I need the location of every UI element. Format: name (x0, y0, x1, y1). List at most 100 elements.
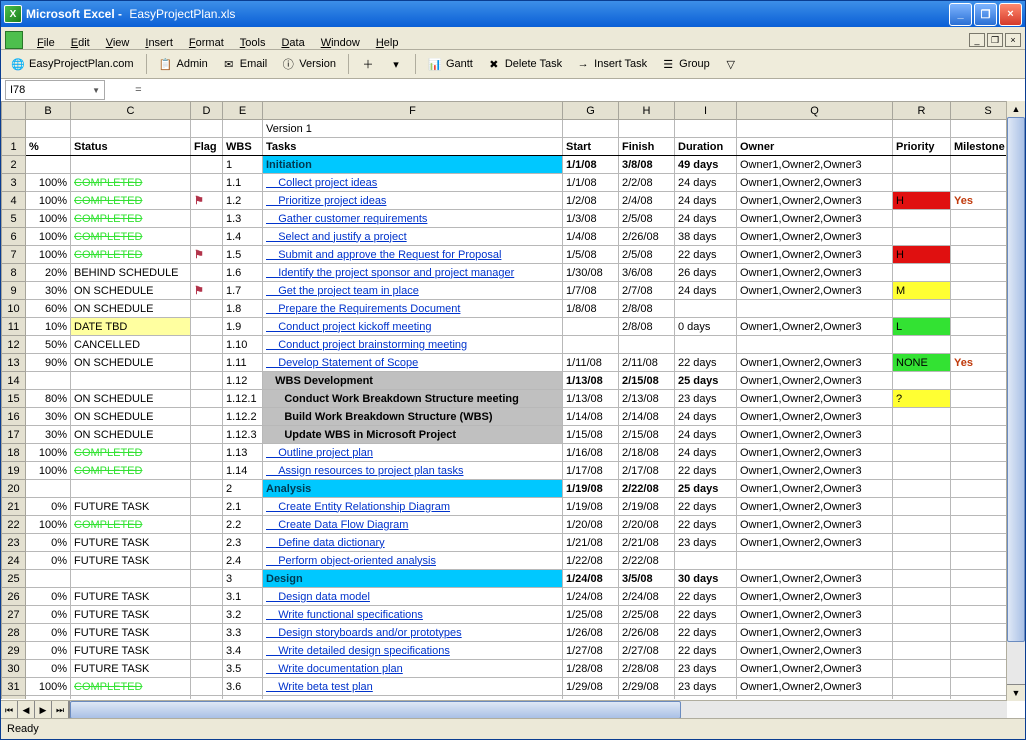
cell-owner[interactable]: Owner1,Owner2,Owner3 (737, 462, 893, 480)
cell-owner[interactable]: Owner1,Owner2,Owner3 (737, 390, 893, 408)
table-row[interactable]: 1730%ON SCHEDULE1.12.3 Update WBS in Mic… (2, 426, 1008, 444)
cell-task[interactable]: Submit and approve the Request for Propo… (263, 246, 563, 264)
menu-insert[interactable]: Insert (141, 35, 177, 51)
cell-priority[interactable] (893, 210, 951, 228)
close-button[interactable]: × (999, 3, 1022, 26)
cell-status[interactable]: COMPLETED (71, 678, 191, 696)
cell-flag[interactable] (191, 498, 223, 516)
cell-duration[interactable]: 0 days (675, 318, 737, 336)
cell-flag[interactable] (191, 354, 223, 372)
cell-status[interactable]: FUTURE TASK (71, 696, 191, 700)
hdr-duration[interactable]: Duration (675, 138, 737, 156)
cell-owner[interactable]: Owner1,Owner2,Owner3 (737, 642, 893, 660)
plus-icon-button[interactable]: ＋ (357, 55, 379, 73)
vertical-scrollbar[interactable]: ▲ ▼ (1006, 101, 1025, 701)
cell-start[interactable]: 1/21/08 (563, 534, 619, 552)
cell-start[interactable]: 1/8/08 (563, 300, 619, 318)
col-D[interactable]: D (191, 102, 223, 120)
cell-task[interactable]: Write documentation plan (263, 660, 563, 678)
cell-milestone[interactable] (951, 552, 1008, 570)
cell-owner[interactable]: Owner1,Owner2,Owner3 (737, 480, 893, 498)
mdi-minimize-button[interactable]: _ (969, 33, 985, 47)
cell-pct[interactable]: 30% (26, 408, 71, 426)
cell-duration[interactable]: 22 days (675, 246, 737, 264)
cell-finish[interactable]: 3/5/08 (619, 570, 675, 588)
cell-owner[interactable]: Owner1,Owner2,Owner3 (737, 588, 893, 606)
cell-start[interactable]: 1/7/08 (563, 282, 619, 300)
maximize-button[interactable]: ❐ (974, 3, 997, 26)
tab-prev-icon[interactable]: ◀ (18, 701, 35, 719)
cell-duration[interactable]: 22 days (675, 588, 737, 606)
cell-task[interactable]: Write beta test plan (263, 678, 563, 696)
cell-duration[interactable]: 23 days (675, 390, 737, 408)
cell-wbs[interactable]: 3.3 (223, 624, 263, 642)
table-row[interactable]: 21Initiation1/1/083/8/0849 daysOwner1,Ow… (2, 156, 1008, 174)
cell-priority[interactable] (893, 372, 951, 390)
menu-tools[interactable]: Tools (236, 35, 270, 51)
cell-flag[interactable] (191, 210, 223, 228)
col-I[interactable]: I (675, 102, 737, 120)
hdr-flag[interactable]: Flag (191, 138, 223, 156)
titlebar[interactable]: X Microsoft Excel - EasyProjectPlan.xls … (1, 1, 1025, 27)
cell-start[interactable]: 1/13/08 (563, 372, 619, 390)
cell-milestone[interactable] (951, 642, 1008, 660)
cell-status[interactable]: FUTURE TASK (71, 660, 191, 678)
table-row[interactable]: 1060%ON SCHEDULE1.8 Prepare the Requirem… (2, 300, 1008, 318)
cell-finish[interactable]: 2/4/08 (619, 192, 675, 210)
cell-task[interactable]: Write functional specifications (263, 606, 563, 624)
tab-next-icon[interactable]: ▶ (35, 701, 52, 719)
table-row[interactable]: 253Design1/24/083/5/0830 daysOwner1,Owne… (2, 570, 1008, 588)
cell-pct[interactable]: 0% (26, 588, 71, 606)
cell-finish[interactable] (619, 336, 675, 354)
cell-milestone[interactable] (951, 372, 1008, 390)
cell-status[interactable]: CANCELLED (71, 336, 191, 354)
cell-flag[interactable] (191, 336, 223, 354)
cell-flag[interactable] (191, 660, 223, 678)
version-button[interactable]: ⓘVersion (277, 55, 340, 73)
cell-flag[interactable] (191, 318, 223, 336)
cell-finish[interactable]: 2/27/08 (619, 642, 675, 660)
easyprojectplan-com-button[interactable]: 🌐EasyProjectPlan.com (7, 55, 138, 73)
cell-priority[interactable] (893, 696, 951, 700)
cell-milestone[interactable] (951, 480, 1008, 498)
table-row[interactable]: 202Analysis1/19/082/22/0825 daysOwner1,O… (2, 480, 1008, 498)
table-row[interactable]: 210%FUTURE TASK2.1 Create Entity Relatio… (2, 498, 1008, 516)
cell-status[interactable] (71, 372, 191, 390)
cell-priority[interactable] (893, 642, 951, 660)
cell-finish[interactable]: 2/14/08 (619, 408, 675, 426)
cell-wbs[interactable]: 1.2 (223, 192, 263, 210)
cell-finish[interactable]: 2/8/08 (619, 318, 675, 336)
cell-pct[interactable]: 20% (26, 264, 71, 282)
cell-wbs[interactable]: 1.12.2 (223, 408, 263, 426)
table-row[interactable]: 280%FUTURE TASK3.3 Design storyboards an… (2, 624, 1008, 642)
table-row[interactable]: 230%FUTURE TASK2.3 Define data dictionar… (2, 534, 1008, 552)
hdr-status[interactable]: Status (71, 138, 191, 156)
cell-finish[interactable]: 2/26/08 (619, 624, 675, 642)
cell-status[interactable]: ON SCHEDULE (71, 426, 191, 444)
cell-pct[interactable]: 30% (26, 426, 71, 444)
cell-wbs[interactable]: 2.1 (223, 498, 263, 516)
cell-owner[interactable]: Owner1,Owner2,Owner3 (737, 264, 893, 282)
cell-pct[interactable]: 100% (26, 192, 71, 210)
cell-pct[interactable]: 0% (26, 642, 71, 660)
cell-duration[interactable] (675, 300, 737, 318)
cell-flag[interactable] (191, 696, 223, 700)
cell-status[interactable]: COMPLETED (71, 174, 191, 192)
cell-wbs[interactable]: 1.7 (223, 282, 263, 300)
cell-start[interactable]: 1/11/08 (563, 354, 619, 372)
cell-duration[interactable]: 38 days (675, 228, 737, 246)
col-G[interactable]: G (563, 102, 619, 120)
scroll-up-icon[interactable]: ▲ (1007, 101, 1025, 118)
cell-milestone[interactable] (951, 156, 1008, 174)
table-row[interactable]: 1110%DATE TBD1.9 Conduct project kickoff… (2, 318, 1008, 336)
cell-wbs[interactable]: 3.1 (223, 588, 263, 606)
scroll-thumb[interactable] (1007, 117, 1025, 642)
tab-first-icon[interactable]: ⏮ (1, 701, 18, 719)
cell-finish[interactable]: 2/22/08 (619, 552, 675, 570)
cell-status[interactable] (71, 570, 191, 588)
cell-flag[interactable] (191, 516, 223, 534)
cell-pct[interactable]: 100% (26, 462, 71, 480)
cell-start[interactable]: 1/28/08 (563, 660, 619, 678)
cell-flag[interactable] (191, 174, 223, 192)
col-B[interactable]: B (26, 102, 71, 120)
